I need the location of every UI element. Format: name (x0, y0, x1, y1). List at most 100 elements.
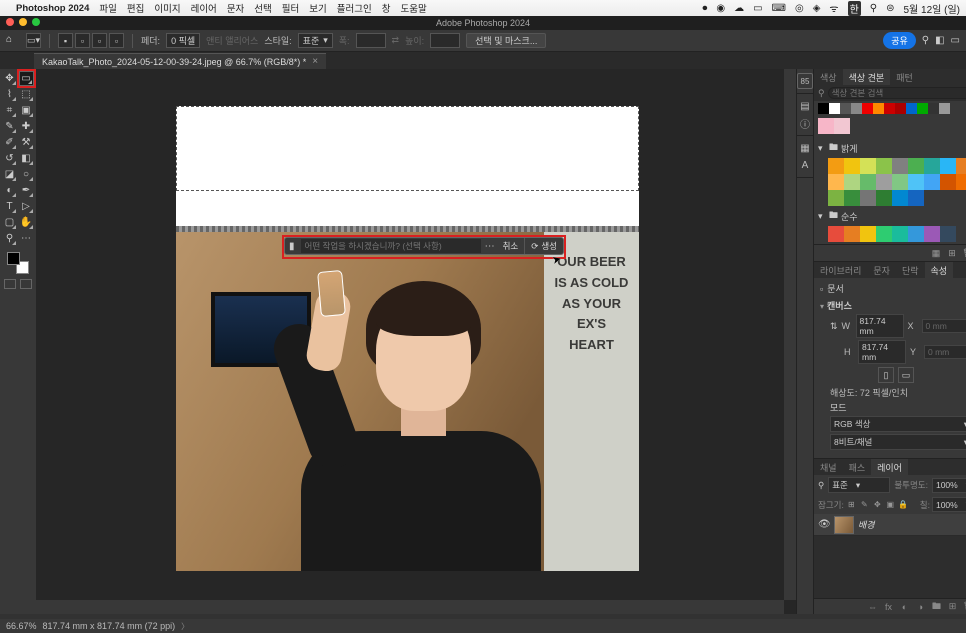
menu-layer[interactable]: 레이어 (191, 1, 217, 15)
menu-image[interactable]: 이미지 (154, 1, 180, 15)
menu-edit[interactable]: 편집 (127, 1, 144, 15)
marquee-tool[interactable]: ▭ (19, 71, 34, 86)
taskbar-more-icon[interactable]: ⋯ (483, 241, 497, 252)
vertical-scrollbar[interactable] (784, 69, 796, 600)
screen-mode[interactable] (2, 276, 34, 292)
share-button[interactable]: 공유 (883, 32, 916, 49)
healing-tool[interactable]: ✚ (19, 119, 34, 134)
crop-tool[interactable]: ⌗ (2, 103, 17, 118)
select-mask-button[interactable]: 선택 및 마스크... (466, 33, 546, 48)
shape-tool[interactable]: ▢ (2, 215, 17, 230)
path-tool[interactable]: ▷ (19, 199, 34, 214)
menu-type[interactable]: 문자 (227, 1, 244, 15)
menu-view[interactable]: 보기 (309, 1, 326, 15)
eraser-tool[interactable]: ◧ (19, 151, 34, 166)
opacity-field[interactable]: 100%▾ (932, 478, 966, 493)
orientation-landscape[interactable]: ▭ (898, 367, 914, 383)
link-layers-icon[interactable]: ⇔ (867, 601, 878, 612)
traffic-lights[interactable] (6, 18, 40, 26)
frame-tool[interactable]: ▣ (19, 103, 34, 118)
style-select[interactable]: 표준▾ (298, 33, 333, 48)
tab-paths[interactable]: 패스 (843, 459, 872, 475)
swatch-group-pure[interactable]: ▾🖿순수 (818, 206, 966, 226)
gradient-tool[interactable]: ◪ (2, 167, 17, 182)
delete-swatch-icon[interactable]: 🗑 (962, 247, 966, 259)
type-tool[interactable]: T (2, 199, 17, 214)
artboard[interactable]: OUR BEER IS AS COLD AS YOUR EX'S HEART (176, 106, 639, 571)
status-app-icon[interactable]: ☁ (734, 3, 744, 14)
zoom-field[interactable]: 66.67% (6, 621, 37, 631)
info-menu-icon[interactable]: 〉 (181, 621, 189, 632)
fill-field[interactable]: 100%▾ (932, 497, 966, 512)
dock-history-icon[interactable]: ▤ (797, 98, 813, 114)
menu-filter[interactable]: 필터 (282, 1, 299, 15)
lock-transparent-icon[interactable]: ⊞ (846, 499, 857, 510)
dock-styles-icon[interactable]: A (797, 157, 813, 173)
intersect-selection-button[interactable]: ▫ (109, 33, 124, 48)
pure-swatches[interactable] (828, 226, 966, 242)
feather-field[interactable]: 0 픽셀 (166, 33, 200, 48)
swatch-group-bright[interactable]: ▾🖿밝게 (818, 138, 966, 158)
home-button[interactable]: ⌂ (6, 34, 20, 48)
taskbar-handle-icon[interactable]: ▮ (285, 241, 299, 252)
layer-name[interactable]: 배경 (858, 518, 960, 531)
tab-paragraph[interactable]: 단락 (896, 262, 925, 278)
hand-tool[interactable]: ✋ (19, 215, 34, 230)
app-menu[interactable]: Photoshop 2024 (16, 3, 89, 14)
lock-buttons[interactable]: ⊞ ✎ ✥ ▣ 🔒 (846, 499, 909, 510)
stamp-tool[interactable]: ⚒ (19, 135, 34, 150)
layer-thumb[interactable] (834, 516, 854, 534)
lock-pixels-icon[interactable]: ✎ (859, 499, 870, 510)
new-swatch-icon[interactable]: ⊞ (946, 247, 958, 259)
tab-swatches[interactable]: 색상 견본 (843, 69, 891, 85)
window-minimize-button[interactable] (19, 18, 27, 26)
lock-artboard-icon[interactable]: ▣ (885, 499, 896, 510)
generative-prompt-input[interactable] (301, 239, 481, 253)
brush-tool[interactable]: ✐ (2, 135, 17, 150)
history-brush-tool[interactable]: ↺ (2, 151, 17, 166)
status-clock[interactable]: 5월 12일 (일) (903, 1, 960, 16)
tab-patterns[interactable]: 패턴 (890, 69, 919, 85)
bright-swatches[interactable] (828, 158, 966, 206)
link-icon[interactable]: ⇅ (830, 321, 838, 332)
status-rec-icon[interactable]: ◎ (795, 3, 804, 14)
status-cc-icon[interactable]: ⊜ (886, 3, 894, 14)
new-selection-button[interactable]: ▪ (58, 33, 73, 48)
doc-info[interactable]: 817.74 mm x 817.74 mm (72 ppi) (43, 621, 176, 631)
search-icon[interactable]: ⚲ (922, 35, 929, 46)
fg-color[interactable] (7, 252, 20, 265)
eyedropper-tool[interactable]: ✎ (2, 119, 17, 134)
blur-tool[interactable]: ○ (19, 167, 34, 182)
tab-libraries[interactable]: 라이브러리 (814, 262, 867, 278)
recent-swatches[interactable] (814, 101, 966, 116)
canvas-area[interactable]: OUR BEER IS AS COLD AS YOUR EX'S HEART ▮… (36, 69, 796, 614)
status-display-icon[interactable]: ▭ (753, 3, 762, 14)
color-swatches[interactable] (2, 251, 34, 275)
tab-channels[interactable]: 채널 (814, 459, 843, 475)
adjustment-icon[interactable]: ◑ (915, 601, 926, 612)
dodge-tool[interactable]: ◐ (2, 183, 17, 198)
mask-icon[interactable]: ◐ (899, 601, 910, 612)
status-bt-icon[interactable]: ⌨ (772, 3, 786, 14)
depth-select[interactable]: 8비트/채널▾ (830, 434, 966, 450)
selection-tool[interactable]: ⬚ (19, 87, 34, 102)
menu-window[interactable]: 창 (382, 1, 391, 15)
new-layer-icon[interactable]: ⊞ (947, 601, 958, 612)
layer-filter-icon[interactable]: ⚲ (818, 480, 824, 491)
tab-layers[interactable]: 레이어 (871, 459, 908, 475)
status-wifi-icon[interactable]: ᯤ (829, 1, 838, 15)
horizontal-scrollbar[interactable] (36, 600, 784, 614)
lock-all-icon[interactable]: 🔒 (898, 499, 909, 510)
menu-plugin[interactable]: 플러그인 (337, 1, 372, 15)
swatch-grid-icon[interactable]: ▦ (930, 247, 942, 259)
tab-properties[interactable]: 속성 (925, 262, 954, 278)
blend-mode-select[interactable]: 표준▾ (828, 477, 890, 493)
visibility-icon[interactable]: 👁 (818, 519, 830, 530)
window-close-button[interactable] (6, 18, 14, 26)
tool-preset-picker[interactable]: ▭▾ (26, 33, 41, 48)
status-battery-icon[interactable]: ◈ (813, 3, 821, 14)
move-tool[interactable]: ✥ (2, 71, 17, 86)
lasso-tool[interactable]: ⌇ (2, 87, 17, 102)
add-selection-button[interactable]: ▫ (75, 33, 90, 48)
dock-swatches-icon[interactable]: ▦ (797, 140, 813, 156)
